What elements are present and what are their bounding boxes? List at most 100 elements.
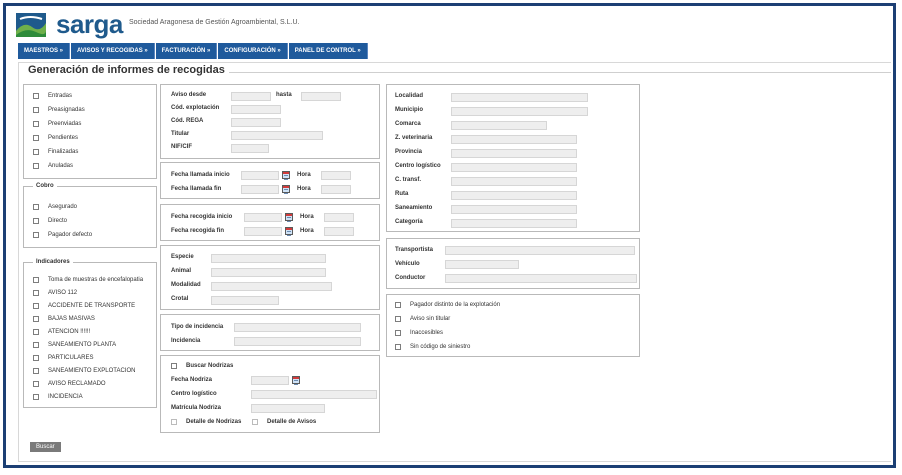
checkbox-indicador[interactable] — [33, 394, 39, 400]
hora-llamada-fin-input[interactable] — [321, 185, 351, 194]
crotal-input[interactable] — [211, 296, 279, 305]
fecha-recogida-fin-input[interactable] — [244, 227, 282, 236]
cobro-label: Pagador defecto — [48, 232, 93, 238]
sarga-logo[interactable]: sarga — [16, 9, 123, 39]
checkbox-finalizadas[interactable] — [33, 149, 39, 155]
calendar-icon[interactable] — [292, 376, 300, 385]
checkbox-preenviadas[interactable] — [33, 121, 39, 127]
vehiculo-input[interactable] — [445, 260, 519, 269]
centro-logistico-nodriza-input[interactable] — [251, 390, 377, 399]
checkbox-pendientes[interactable] — [33, 135, 39, 141]
modalidad-input[interactable] — [211, 282, 332, 291]
title-divider — [221, 72, 891, 73]
hasta-label: hasta — [276, 92, 292, 98]
otros-label: Inaccesibles — [410, 330, 444, 336]
checkbox-indicador[interactable] — [33, 316, 39, 322]
estado-label: Pendientes — [48, 135, 79, 141]
transportista-input[interactable] — [445, 246, 635, 255]
nav-avisos-recogidas[interactable]: AVISOS Y RECOGIDAS » — [71, 43, 155, 59]
calendar-icon[interactable] — [285, 213, 293, 222]
fecha-recogida-inicio-input[interactable] — [244, 213, 282, 222]
nodrizas-box: Buscar Nodrizas Fecha Nodriza Centro log… — [160, 355, 380, 433]
nav-panel-control[interactable]: PANEL DE CONTROL » — [288, 43, 368, 59]
cod-rega-input[interactable] — [231, 118, 281, 127]
fecha-nodriza-input[interactable] — [251, 376, 289, 385]
animal-box: Especie Animal Modalidad Crotal — [160, 245, 380, 310]
saneamiento-input[interactable] — [451, 205, 577, 214]
checkbox-anuladas[interactable] — [33, 163, 39, 169]
buscar-button[interactable]: Buscar — [30, 442, 61, 452]
fecha-llamada-inicio-input[interactable] — [241, 171, 279, 180]
cobro-box: Cobro Asegurado Directo Pagador defecto — [23, 183, 157, 248]
checkbox-indicador[interactable] — [33, 368, 39, 374]
checkbox-aviso-sin-titular[interactable] — [395, 316, 401, 322]
checkbox-buscar-nodrizas[interactable] — [171, 363, 177, 369]
checkbox-detalle-avisos[interactable] — [252, 419, 258, 425]
cod-explotacion-label: Cód. explotación — [171, 105, 220, 111]
incidencia-label: Incidencia — [171, 338, 201, 344]
checkbox-preasignadas[interactable] — [33, 107, 39, 113]
otros-label: Pagador distinto de la explotación — [410, 302, 501, 308]
nif-cif-input[interactable] — [231, 144, 269, 153]
checkbox-asegurado[interactable] — [33, 204, 39, 210]
ruta-input[interactable] — [451, 191, 577, 200]
cod-explotacion-input[interactable] — [231, 105, 281, 114]
z-veterinaria-input[interactable] — [451, 135, 577, 144]
estado-label: Finalizadas — [48, 149, 79, 155]
cod-rega-label: Cód. REGA — [171, 118, 204, 124]
municipio-label: Municipio — [395, 107, 423, 113]
matricula-nodriza-input[interactable] — [251, 404, 325, 413]
cobro-label: Directo — [48, 218, 68, 224]
crotal-label: Crotal — [171, 296, 189, 302]
categoria-input[interactable] — [451, 219, 577, 228]
calendar-icon[interactable] — [282, 185, 290, 194]
checkbox-indicador[interactable] — [33, 303, 39, 309]
checkbox-indicador[interactable] — [33, 381, 39, 387]
calendar-icon[interactable] — [282, 171, 290, 180]
provincia-input[interactable] — [451, 149, 577, 158]
z-veterinaria-label: Z. veterinaria — [395, 135, 433, 141]
checkbox-pagador-distinto[interactable] — [395, 302, 401, 308]
calendar-icon[interactable] — [285, 227, 293, 236]
indicadores-box: Indicadores Toma de muestras de encefalo… — [23, 259, 157, 408]
aviso-desde-input[interactable] — [231, 92, 271, 101]
incidencia-input[interactable] — [234, 337, 361, 346]
fecha-llamada-box: Fecha llamada inicio Hora Fecha llamada … — [160, 162, 380, 199]
checkbox-inaccesibles[interactable] — [395, 330, 401, 336]
checkbox-detalle-nodrizas[interactable] — [171, 419, 177, 425]
page-title: Generación de informes de recogidas — [28, 64, 229, 76]
indicador-label: SANEAMIENTO PLANTA — [48, 342, 117, 348]
hora-label: Hora — [297, 186, 311, 192]
comarca-input[interactable] — [451, 121, 547, 130]
buscar-nodrizas-label: Buscar Nodrizas — [186, 363, 234, 369]
hora-recogida-inicio-input[interactable] — [324, 213, 354, 222]
aviso-hasta-input[interactable] — [301, 92, 341, 101]
checkbox-pagador-defecto[interactable] — [33, 232, 39, 238]
checkbox-indicador[interactable] — [33, 329, 39, 335]
hora-llamada-inicio-input[interactable] — [321, 171, 351, 180]
fecha-llamada-fin-input[interactable] — [241, 185, 279, 194]
checkbox-indicador[interactable] — [33, 277, 39, 283]
titular-input[interactable] — [231, 131, 323, 140]
animal-input[interactable] — [211, 268, 326, 277]
hora-recogida-fin-input[interactable] — [324, 227, 354, 236]
especie-input[interactable] — [211, 254, 326, 263]
checkbox-directo[interactable] — [33, 218, 39, 224]
c-transf-input[interactable] — [451, 177, 577, 186]
indicador-label: PARTICULARES — [48, 355, 94, 361]
checkbox-indicador[interactable] — [33, 290, 39, 296]
localidad-input[interactable] — [451, 93, 588, 102]
nav-maestros[interactable]: MAESTROS » — [18, 43, 71, 59]
centro-logistico-input[interactable] — [451, 163, 577, 172]
checkbox-entradas[interactable] — [33, 93, 39, 99]
tipo-incidencia-input[interactable] — [234, 323, 361, 332]
checkbox-indicador[interactable] — [33, 342, 39, 348]
nav-configuracion[interactable]: CONFIGURACIÓN » — [218, 43, 288, 59]
hora-label: Hora — [300, 228, 314, 234]
conductor-input[interactable] — [445, 274, 637, 283]
indicador-label: Toma de muestras de encefalopatia — [48, 277, 144, 283]
checkbox-indicador[interactable] — [33, 355, 39, 361]
municipio-input[interactable] — [451, 107, 588, 116]
nav-facturacion[interactable]: FACTURACIÓN » — [155, 43, 218, 59]
checkbox-sin-codigo-siniestro[interactable] — [395, 344, 401, 350]
